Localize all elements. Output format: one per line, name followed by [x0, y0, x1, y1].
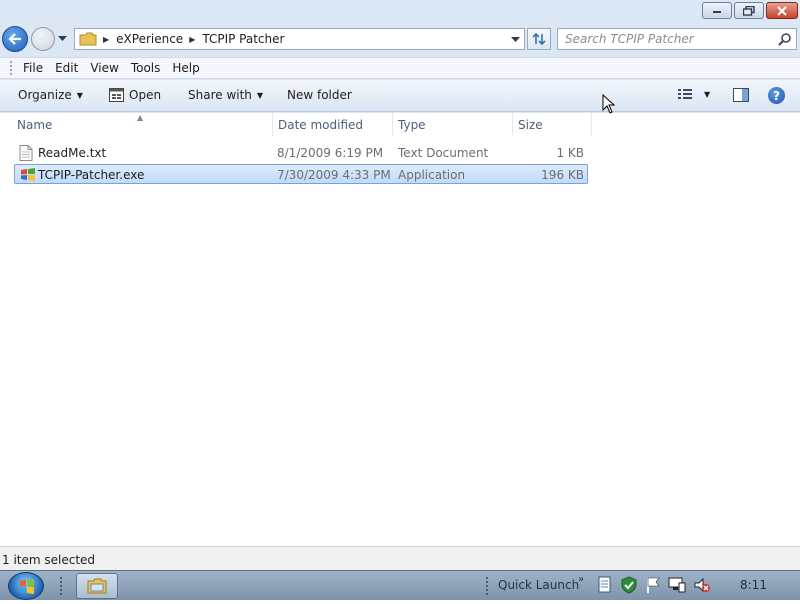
file-size: 1 KB [556, 146, 584, 160]
minimize-icon [713, 10, 721, 13]
column-header-size[interactable]: Size [518, 118, 543, 132]
search-icon[interactable] [778, 32, 792, 46]
file-type: Application [398, 168, 466, 182]
change-view-button[interactable]: ▼ [678, 88, 710, 100]
file-name: TCPIP-Patcher.exe [38, 168, 145, 182]
address-dropdown-icon[interactable] [511, 36, 520, 43]
share-with-label: Share with [188, 88, 252, 102]
file-size: 196 KB [541, 168, 584, 182]
open-app-icon [109, 88, 124, 102]
sort-ascending-icon: ▲ [137, 113, 144, 122]
new-folder-label: New folder [287, 88, 352, 102]
security-shield-icon[interactable] [620, 576, 638, 594]
back-arrow-icon [8, 33, 21, 45]
recent-pages-dropdown[interactable] [58, 35, 67, 43]
preview-pane-button[interactable] [733, 88, 749, 105]
close-icon [777, 5, 787, 16]
refresh-icon [532, 32, 546, 46]
search-input[interactable] [558, 29, 768, 49]
caption-buttons [702, 2, 798, 19]
column-divider[interactable] [272, 113, 273, 137]
maximize-icon [743, 5, 755, 16]
mouse-cursor-icon [602, 94, 616, 114]
open-label: Open [129, 88, 162, 102]
chevron-down-icon: ▼ [256, 90, 264, 100]
menu-help[interactable]: Help [166, 61, 205, 75]
taskbar-grip[interactable] [60, 577, 64, 595]
column-header-date[interactable]: Date modified [278, 118, 363, 132]
open-button[interactable]: Open [109, 88, 161, 102]
taskbar: Quick Launch » 8:11 [0, 570, 800, 600]
command-bar: Organize ▼ Open Share with ▼ New folder … [0, 80, 800, 112]
menu-edit[interactable]: Edit [49, 61, 84, 75]
text-file-icon [19, 145, 33, 161]
explorer-window: ▶ eXPerience ▶ TCPIP Patcher File Edit V… [0, 0, 800, 570]
preview-pane-icon [733, 88, 749, 102]
file-row-readme[interactable]: ReadMe.txt 8/1/2009 6:19 PM Text Documen… [14, 143, 588, 163]
chevron-down-icon[interactable]: ▼ [704, 90, 710, 99]
volume-muted-icon[interactable] [693, 576, 711, 594]
column-headers: ▲ Name Date modified Type Size [0, 113, 600, 137]
breadcrumb-item-experience[interactable]: eXPerience [116, 32, 183, 46]
menu-bar: File Edit View Tools Help [0, 57, 800, 79]
column-header-type[interactable]: Type [398, 118, 426, 132]
minimize-button[interactable] [702, 2, 732, 19]
action-center-flag-icon[interactable] [645, 576, 661, 594]
application-icon [21, 168, 35, 181]
organize-label: Organize [18, 88, 72, 102]
file-type: Text Document [398, 146, 489, 160]
folder-icon [79, 32, 97, 46]
details-view-icon [678, 89, 692, 99]
system-tray [597, 576, 711, 594]
column-header-name[interactable]: Name [17, 118, 52, 132]
network-icon[interactable] [668, 576, 686, 594]
share-with-button[interactable]: Share with ▼ [188, 88, 263, 102]
breadcrumb-item-tcpip-patcher[interactable]: TCPIP Patcher [202, 32, 284, 46]
file-name: ReadMe.txt [38, 146, 107, 160]
organize-button[interactable]: Organize ▼ [18, 88, 83, 102]
menu-tools[interactable]: Tools [125, 61, 167, 75]
forward-arrow-icon [37, 33, 50, 45]
taskbar-grip[interactable] [486, 577, 490, 595]
refresh-button[interactable] [527, 28, 551, 50]
quick-launch-toolbar[interactable]: Quick Launch [498, 578, 579, 592]
start-button[interactable] [8, 572, 44, 600]
explorer-folder-icon [87, 578, 107, 594]
address-bar[interactable]: ▶ eXPerience ▶ TCPIP Patcher [74, 28, 525, 50]
column-divider[interactable] [512, 113, 513, 137]
column-divider[interactable] [392, 113, 393, 137]
close-button[interactable] [766, 2, 798, 19]
file-date: 7/30/2009 4:33 PM [277, 168, 391, 182]
quick-launch-chevron[interactable]: » [578, 574, 584, 585]
breadcrumb-separator-icon[interactable]: ▶ [103, 35, 109, 44]
notepad-icon[interactable] [597, 576, 613, 594]
back-button[interactable] [2, 26, 28, 52]
menu-bar-grip[interactable] [10, 61, 13, 75]
file-list: ▲ Name Date modified Type Size ReadMe.tx… [0, 113, 800, 546]
status-text: 1 item selected [2, 553, 96, 567]
file-row-tcpip-patcher[interactable]: TCPIP-Patcher.exe 7/30/2009 4:33 PM Appl… [14, 164, 588, 184]
help-icon[interactable]: ? [768, 87, 785, 104]
windows-logo-icon [20, 579, 34, 594]
taskbar-explorer-button[interactable] [76, 573, 118, 599]
file-date: 8/1/2009 6:19 PM [277, 146, 384, 160]
new-folder-button[interactable]: New folder [287, 88, 352, 102]
menu-view[interactable]: View [84, 61, 124, 75]
forward-button[interactable] [31, 27, 55, 51]
column-divider[interactable] [591, 113, 592, 137]
maximize-button[interactable] [734, 2, 764, 19]
chevron-down-icon: ▼ [76, 90, 83, 100]
clock[interactable]: 8:11 [740, 578, 767, 592]
breadcrumb-separator-icon[interactable]: ▶ [189, 35, 195, 44]
menu-file[interactable]: File [17, 61, 49, 75]
status-bar: 1 item selected [0, 546, 800, 570]
search-box[interactable] [557, 28, 797, 50]
navigation-row: ▶ eXPerience ▶ TCPIP Patcher [0, 24, 800, 54]
